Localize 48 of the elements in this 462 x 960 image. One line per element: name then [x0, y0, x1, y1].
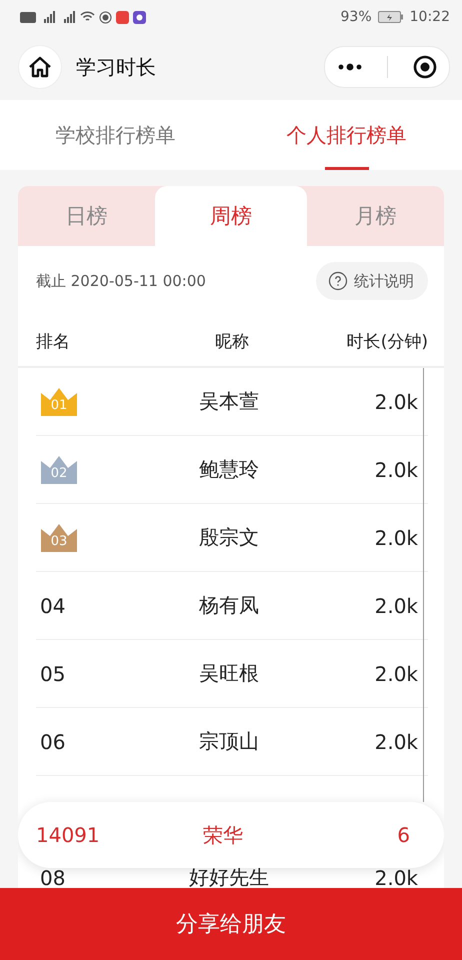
- clock: 10:22: [410, 9, 450, 25]
- period-tab[interactable]: 月榜: [306, 186, 444, 246]
- nickname: 好好先生: [188, 864, 270, 888]
- home-button[interactable]: [18, 45, 62, 89]
- battery-icon: [378, 11, 404, 23]
- duration-value: 2.0k: [374, 390, 419, 414]
- hd-icon: [20, 12, 36, 22]
- wifi-icon: [80, 11, 95, 23]
- nickname: 吴本萱: [198, 388, 260, 415]
- more-icon[interactable]: [337, 63, 364, 71]
- duration-value: 2.0k: [374, 866, 419, 888]
- period-tab[interactable]: 周榜: [155, 186, 307, 246]
- crown-badge: 03: [40, 522, 78, 552]
- ranking-tab[interactable]: 个人排行榜单: [231, 100, 462, 170]
- rank-number: 05: [40, 662, 66, 686]
- crown-badge: 01: [40, 386, 78, 416]
- help-button[interactable]: 统计说明: [316, 262, 428, 300]
- column-header: 时长(分钟): [346, 330, 428, 352]
- app-icon: [133, 10, 146, 24]
- rank-number: 06: [40, 730, 66, 754]
- app-icon: [116, 10, 129, 24]
- nickname: 吴旺根: [198, 660, 260, 687]
- rank-number: 08: [40, 866, 66, 888]
- duration-value: 2.0k: [374, 526, 419, 550]
- crown-badge: 02: [40, 454, 78, 484]
- my-rank-number: 14091: [36, 823, 101, 847]
- page-title: 学习时长: [76, 54, 157, 80]
- my-duration: 6: [396, 823, 410, 847]
- column-header: 排名: [36, 330, 71, 352]
- nickname: 鲍慧玲: [198, 456, 260, 483]
- period-tab[interactable]: 日榜: [18, 186, 156, 246]
- nickname: 杨有凤: [198, 592, 260, 619]
- column-header: 昵称: [214, 330, 250, 352]
- share-button[interactable]: 分享给朋友: [0, 888, 462, 960]
- battery-percent: 93%: [340, 9, 372, 25]
- duration-value: 2.0k: [374, 594, 419, 618]
- help-label: 统计说明: [354, 272, 414, 290]
- nickname: 殷宗文: [198, 524, 260, 551]
- ranking-tab[interactable]: 学校排行榜单: [0, 100, 231, 170]
- home-icon: [28, 56, 52, 78]
- nickname: 宗顶山: [198, 728, 260, 755]
- duration-value: 2.0k: [374, 458, 419, 482]
- duration-value: 2.0k: [374, 662, 419, 686]
- duration-value: 2.0k: [374, 730, 419, 754]
- question-icon: [328, 271, 348, 291]
- rank-number: 04: [40, 594, 66, 618]
- my-nickname: 荣华: [202, 822, 244, 848]
- deadline-text: 截止 2020-05-11 00:00: [36, 272, 206, 290]
